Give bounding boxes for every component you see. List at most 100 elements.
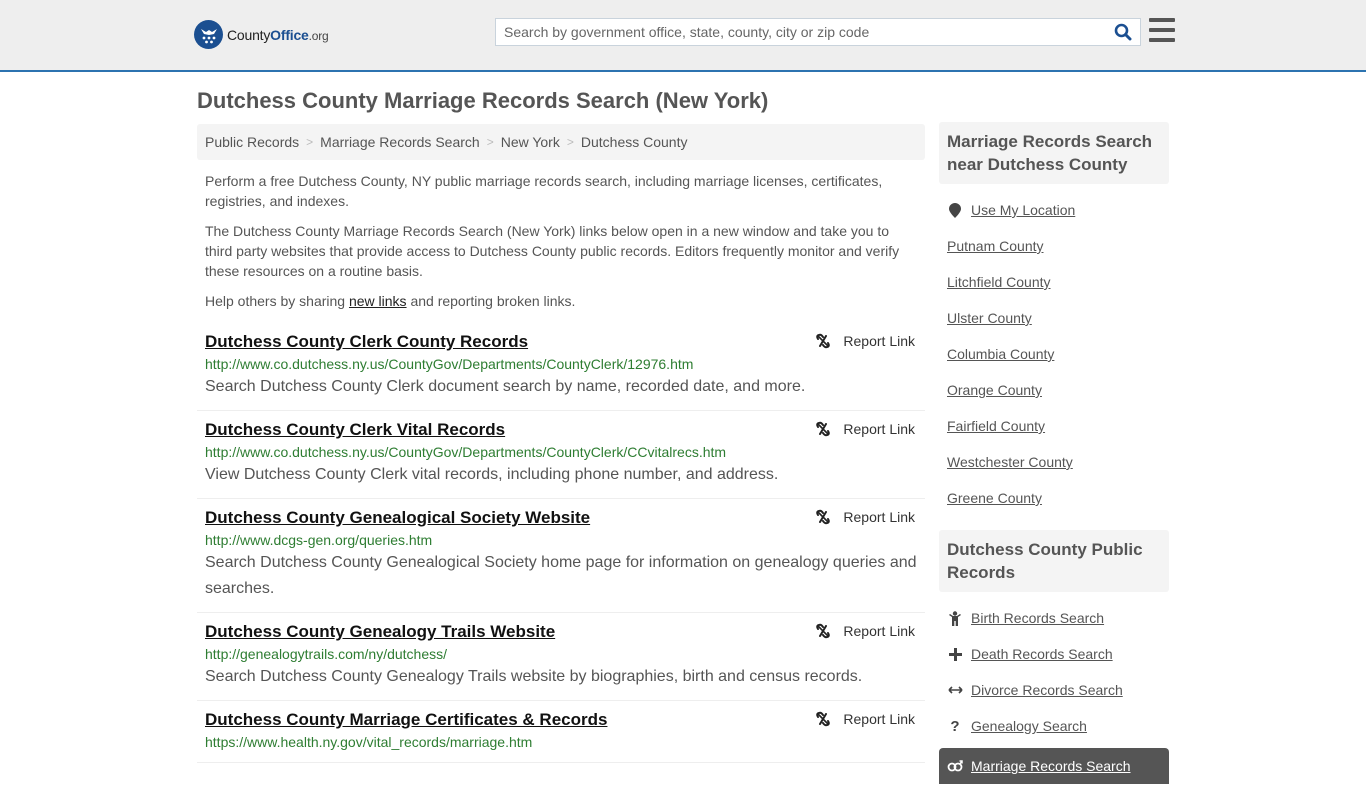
sidebar-item-marriage-records: Marriage Records Search xyxy=(939,748,1169,784)
county-link-putnam[interactable]: Putnam County xyxy=(947,238,1044,254)
search-icon xyxy=(1114,23,1132,41)
nearby-county-item: Litchfield County xyxy=(947,264,1169,300)
report-link-label: Report Link xyxy=(843,333,915,349)
report-link-label: Report Link xyxy=(843,711,915,727)
main-content: Public Records > Marriage Records Search… xyxy=(197,124,925,763)
report-link-button[interactable]: Report Link xyxy=(815,421,915,437)
arrows-horizontal-icon xyxy=(947,685,963,695)
nearby-county-item: Putnam County xyxy=(947,228,1169,264)
share-links-paragraph: Help others by sharing new links and rep… xyxy=(205,291,917,311)
result-url: http://www.co.dutchess.ny.us/CountyGov/D… xyxy=(205,356,694,372)
county-link-orange[interactable]: Orange County xyxy=(947,382,1042,398)
use-location-item: Use My Location xyxy=(947,192,1169,228)
intro-paragraph: Perform a free Dutchess County, NY publi… xyxy=(205,173,883,209)
nearby-county-item: Orange County xyxy=(947,372,1169,408)
result-url: https://www.health.ny.gov/vital_records/… xyxy=(205,734,533,750)
divorce-records-link[interactable]: Divorce Records Search xyxy=(971,682,1123,698)
genealogy-search-link[interactable]: Genealogy Search xyxy=(971,718,1087,734)
search-input[interactable] xyxy=(496,19,1106,45)
site-header: CountyOffice.org xyxy=(0,0,1366,72)
logo-text: CountyOffice.org xyxy=(227,27,329,43)
county-link-westchester[interactable]: Westchester County xyxy=(947,454,1073,470)
intro-paragraph: The Dutchess County Marriage Records Sea… xyxy=(205,223,900,279)
menu-icon-bar xyxy=(1149,28,1175,32)
child-icon xyxy=(947,610,963,626)
result-url: http://www.dcgs-gen.org/queries.htm xyxy=(205,532,433,548)
sidebar-item-death-records: Death Records Search xyxy=(947,636,1169,672)
nearby-county-item: Westchester County xyxy=(947,444,1169,480)
result-title-link[interactable]: Dutchess County Clerk Vital Records xyxy=(205,419,505,441)
broken-link-icon xyxy=(816,711,831,727)
new-links-link[interactable]: new links xyxy=(349,293,407,309)
county-link-columbia[interactable]: Columbia County xyxy=(947,346,1054,362)
share-text: Help others by sharing xyxy=(205,293,349,309)
death-records-link[interactable]: Death Records Search xyxy=(971,646,1113,662)
breadcrumb-separator: > xyxy=(306,135,314,149)
county-link-ulster[interactable]: Ulster County xyxy=(947,310,1032,326)
nearby-heading: Marriage Records Search near Dutchess Co… xyxy=(939,122,1169,184)
result-item: Dutchess County Clerk County Records Rep… xyxy=(197,323,925,411)
breadcrumb-public-records[interactable]: Public Records xyxy=(205,134,299,150)
nearby-list: Use My Location Putnam County Litchfield… xyxy=(939,184,1169,530)
report-link-button[interactable]: Report Link xyxy=(815,623,915,639)
result-title-link[interactable]: Dutchess County Marriage Certificates & … xyxy=(205,709,607,731)
birth-records-link[interactable]: Birth Records Search xyxy=(971,610,1104,626)
hamburger-menu-button[interactable] xyxy=(1149,18,1175,42)
result-item: Dutchess County Clerk Vital Records Repo… xyxy=(197,411,925,499)
report-link-button[interactable]: Report Link xyxy=(815,711,915,727)
report-link-button[interactable]: Report Link xyxy=(815,333,915,349)
result-description: Search Dutchess County Genealogy Trails … xyxy=(205,668,863,685)
report-link-label: Report Link xyxy=(843,509,915,525)
sidebar-item-birth-records: Birth Records Search xyxy=(947,600,1169,636)
breadcrumb-marriage-records[interactable]: Marriage Records Search xyxy=(320,134,480,150)
breadcrumb-separator: > xyxy=(486,135,494,149)
nearby-county-item: Fairfield County xyxy=(947,408,1169,444)
county-link-litchfield[interactable]: Litchfield County xyxy=(947,274,1051,290)
logo-name: County xyxy=(227,26,271,43)
broken-link-icon xyxy=(816,421,831,437)
sidebar-item-divorce-records: Divorce Records Search xyxy=(947,672,1169,708)
result-description: View Dutchess County Clerk vital records… xyxy=(205,466,779,483)
result-item: Dutchess County Marriage Certificates & … xyxy=(197,701,925,763)
public-records-list: Birth Records Search Death Records Searc… xyxy=(939,592,1169,798)
breadcrumb: Public Records > Marriage Records Search… xyxy=(197,124,925,160)
sidebar: Marriage Records Search near Dutchess Co… xyxy=(939,122,1169,798)
result-description: Search Dutchess County Genealogical Soci… xyxy=(205,554,917,597)
search-bar xyxy=(495,18,1141,46)
site-logo[interactable]: CountyOffice.org xyxy=(194,20,329,49)
sidebar-item-genealogy: ? Genealogy Search xyxy=(947,708,1169,744)
result-item: Dutchess County Genealogical Society Web… xyxy=(197,499,925,613)
logo-tld: .org xyxy=(308,28,329,43)
result-item: Dutchess County Genealogy Trails Website… xyxy=(197,613,925,701)
share-text: and reporting broken links. xyxy=(406,293,576,309)
result-description: Search Dutchess County Clerk document se… xyxy=(205,378,806,395)
county-link-greene[interactable]: Greene County xyxy=(947,490,1042,506)
broken-link-icon xyxy=(816,623,831,639)
result-url: http://genealogytrails.com/ny/dutchess/ xyxy=(205,646,448,662)
question-icon: ? xyxy=(950,717,960,735)
logo-accent: Office xyxy=(270,26,309,43)
broken-link-icon xyxy=(816,509,831,525)
marriage-records-link[interactable]: Marriage Records Search xyxy=(971,758,1131,774)
search-button[interactable] xyxy=(1106,19,1140,45)
breadcrumb-dutchess-county[interactable]: Dutchess County xyxy=(581,134,688,150)
breadcrumb-separator: > xyxy=(566,135,574,149)
nearby-county-item: Ulster County xyxy=(947,300,1169,336)
report-link-button[interactable]: Report Link xyxy=(815,509,915,525)
broken-link-icon xyxy=(816,333,831,349)
public-records-heading: Dutchess County Public Records xyxy=(939,530,1169,592)
marriage-icon xyxy=(947,760,963,772)
result-title-link[interactable]: Dutchess County Genealogy Trails Website xyxy=(205,621,555,643)
use-my-location-link[interactable]: Use My Location xyxy=(971,202,1075,218)
breadcrumb-new-york[interactable]: New York xyxy=(501,134,560,150)
results-list: Dutchess County Clerk County Records Rep… xyxy=(197,323,925,763)
nearby-county-item: Columbia County xyxy=(947,336,1169,372)
result-title-link[interactable]: Dutchess County Genealogical Society Web… xyxy=(205,507,590,529)
county-link-fairfield[interactable]: Fairfield County xyxy=(947,418,1045,434)
report-link-label: Report Link xyxy=(843,421,915,437)
result-url: http://www.co.dutchess.ny.us/CountyGov/D… xyxy=(205,444,727,460)
plus-icon xyxy=(947,647,963,661)
result-title-link[interactable]: Dutchess County Clerk County Records xyxy=(205,331,528,353)
intro-text: Perform a free Dutchess County, NY publi… xyxy=(197,171,925,311)
report-link-label: Report Link xyxy=(843,623,915,639)
